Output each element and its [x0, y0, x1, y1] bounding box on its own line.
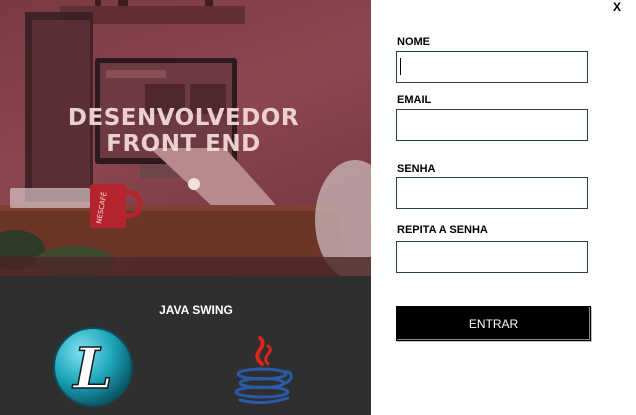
letter-l-logo-icon: L [53, 327, 133, 407]
text-caret [400, 58, 401, 75]
close-button[interactable]: X [608, 0, 626, 14]
java-logo-icon [234, 336, 293, 404]
repita-senha-label: REPITA A SENHA [397, 224, 488, 236]
senha-label: SENHA [397, 163, 436, 175]
entrar-button[interactable]: ENTRAR [396, 306, 591, 341]
band-caption: JAVA SWING [159, 303, 233, 317]
email-label: EMAIL [397, 94, 432, 106]
hero-title-line1: DESENVOLVEDOR [67, 105, 300, 131]
repita-senha-field[interactable] [396, 241, 588, 273]
left-panel: NESCAFÉ DESENVOLVEDOR FRONT END JAVA SWI… [0, 0, 371, 415]
svg-text:L: L [71, 336, 112, 402]
hero-title-line2: FRONT END [106, 131, 261, 157]
email-field[interactable] [396, 109, 588, 141]
senha-field[interactable] [396, 177, 588, 209]
hero-image: NESCAFÉ DESENVOLVEDOR FRONT END [0, 0, 371, 276]
nome-label: NOME [397, 36, 430, 48]
nome-field[interactable] [396, 51, 588, 83]
